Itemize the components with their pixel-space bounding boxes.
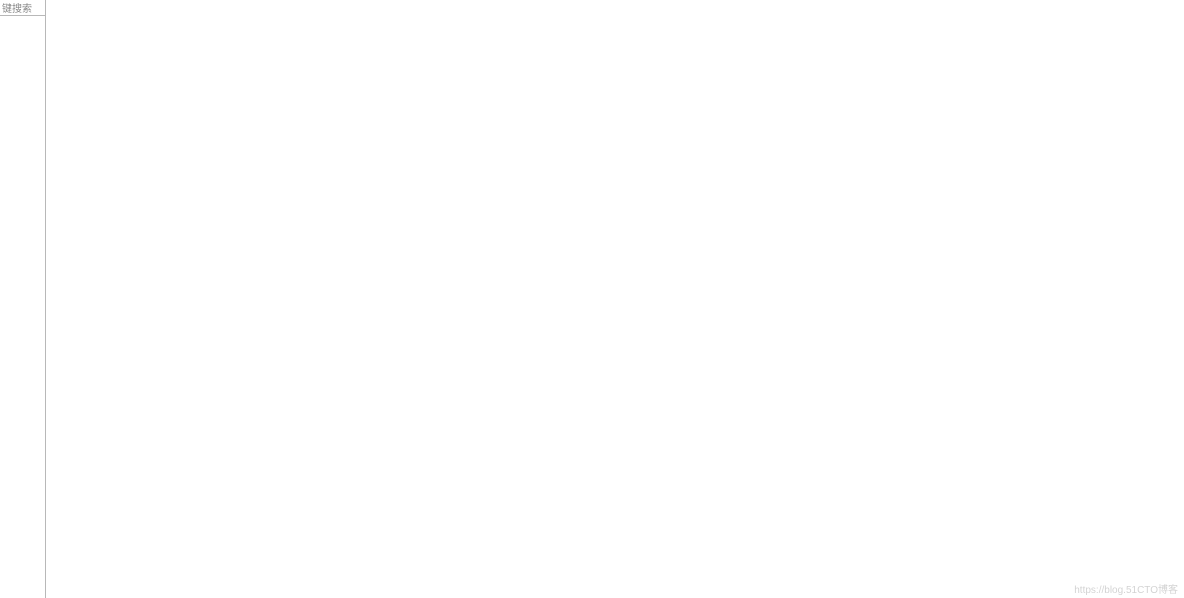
side-strip-hint: 键搜索 — [0, 0, 45, 16]
side-strip: 键搜索 — [0, 0, 46, 598]
watermark-text: https://blog.51CTO博客 — [1074, 581, 1178, 596]
